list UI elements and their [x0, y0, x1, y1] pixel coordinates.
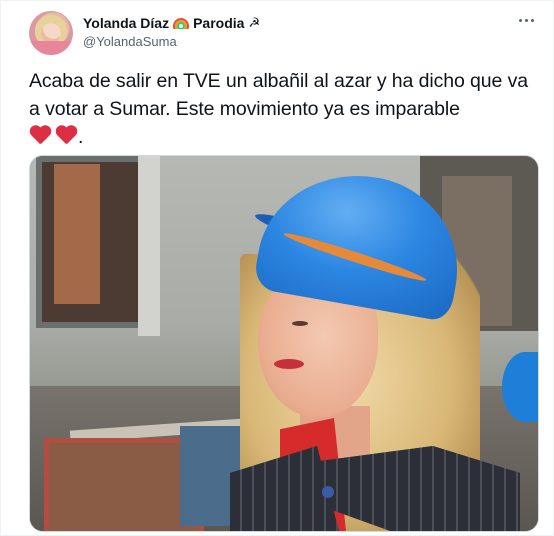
avatar-shirt: [29, 41, 73, 55]
author-name[interactable]: Yolanda Díaz: [83, 15, 169, 31]
author-suffix: Parodia: [193, 15, 245, 31]
tweet-text: Acaba de salir en TVE un albañil al azar…: [29, 67, 534, 151]
author-handle[interactable]: @YolandaSuma: [83, 34, 177, 49]
emoji-hearts: [29, 126, 78, 146]
rainbow-flag-icon: [173, 17, 190, 29]
tweet-photo[interactable]: [29, 155, 539, 532]
tweet-card[interactable]: Yolanda Díaz Parodia ☭ @YolandaSuma Acab…: [0, 0, 554, 536]
more-options-icon[interactable]: [519, 17, 539, 23]
tweet-trailing: .: [78, 126, 84, 148]
avatar[interactable]: [29, 11, 73, 55]
red-heart-icon: [55, 126, 78, 146]
tweet-body: Acaba de salir en TVE un albañil al azar…: [29, 70, 528, 120]
hammer-sickle-icon: ☭: [248, 15, 261, 30]
red-heart-icon: [29, 126, 52, 146]
author-name-row[interactable]: Yolanda Díaz Parodia ☭: [83, 14, 260, 32]
